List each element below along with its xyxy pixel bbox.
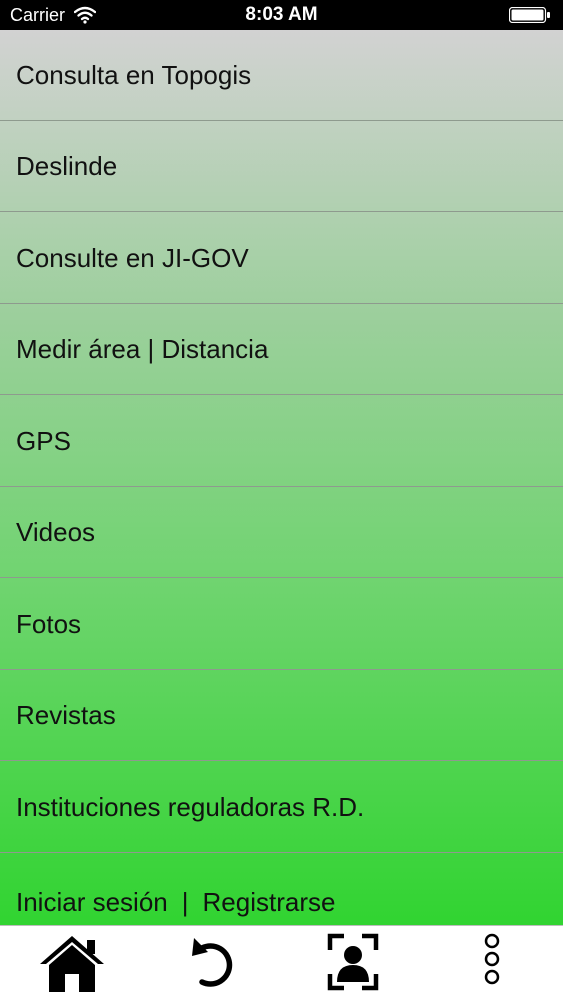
menu-item-auth: Iniciar sesión | Registrarse — [0, 853, 563, 925]
register-link[interactable]: Registrarse — [203, 887, 336, 917]
menu-item-consulte-ji-gov[interactable]: Consulte en JI-GOV — [0, 213, 563, 304]
home-icon — [40, 936, 104, 992]
main-menu: Consulta en Topogis Deslinde Consulte en… — [0, 30, 563, 925]
menu-item-fotos[interactable]: Fotos — [0, 579, 563, 670]
more-button[interactable] — [457, 932, 527, 994]
battery-icon — [509, 7, 550, 23]
menu-item-label: Consulte en JI-GOV — [16, 243, 249, 273]
menu-item-instituciones[interactable]: Instituciones reguladoras R.D. — [0, 762, 563, 853]
profile-scan-icon — [327, 933, 379, 991]
menu-item-label: Instituciones reguladoras R.D. — [16, 792, 365, 822]
more-vertical-icon — [484, 933, 500, 985]
profile-scan-button[interactable] — [318, 932, 388, 994]
menu-item-label: Revistas — [16, 700, 116, 730]
menu-item-consulta-topogis[interactable]: Consulta en Topogis — [0, 30, 563, 121]
menu-item-label: Consulta en Topogis — [16, 60, 252, 90]
status-time: 8:03 AM — [245, 4, 318, 25]
menu-item-label: Deslinde — [16, 151, 118, 181]
auth-row: Iniciar sesión | Registrarse — [16, 857, 335, 925]
undo-button[interactable] — [178, 932, 248, 994]
menu-item-label: Videos — [16, 517, 96, 547]
menu-item-revistas[interactable]: Revistas — [0, 670, 563, 761]
menu-item-label: Fotos — [16, 609, 82, 639]
undo-icon — [192, 938, 233, 987]
menu-item-deslinde[interactable]: Deslinde — [0, 121, 563, 212]
bottom-tab-bar — [0, 925, 563, 1001]
status-bar: Carrier 8:03 AM — [0, 0, 563, 30]
menu-item-gps[interactable]: GPS — [0, 396, 563, 487]
menu-item-medir-area[interactable]: Medir área | Distancia — [0, 304, 563, 395]
auth-separator: | — [181, 887, 189, 917]
home-button[interactable] — [37, 932, 107, 994]
menu-item-label: Medir área | Distancia — [16, 334, 269, 364]
login-link[interactable]: Iniciar sesión — [16, 887, 168, 917]
menu-item-videos[interactable]: Videos — [0, 487, 563, 578]
menu-item-label: GPS — [16, 426, 71, 456]
